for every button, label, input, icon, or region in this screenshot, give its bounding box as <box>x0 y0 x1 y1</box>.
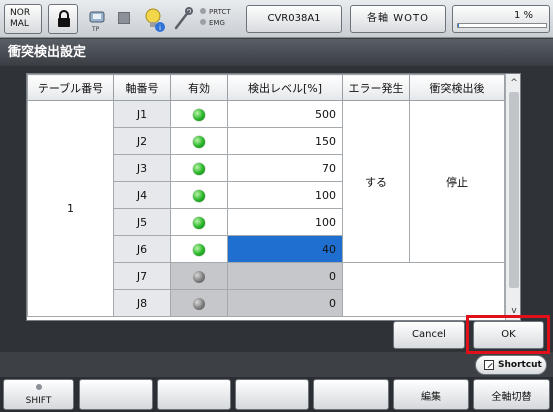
header-enabled: 有効 <box>170 74 228 101</box>
tp-label: TP <box>92 26 100 33</box>
cell-empty <box>342 262 505 317</box>
protect-led-icon <box>200 8 206 14</box>
header-detection-level: 検出レベル[%] <box>227 74 343 101</box>
table-scrollbar[interactable]: ^ v <box>505 74 520 320</box>
jog-mode-button[interactable]: 各軸 WOTO <box>350 5 446 33</box>
disabled-led-icon <box>193 297 205 310</box>
cell-detection-level: 0 <box>227 262 343 290</box>
cell-axis: J6 <box>113 235 171 263</box>
fkey-shift[interactable]: SHIFT <box>3 379 74 410</box>
table-header-row: テーブル番号 軸番号 有効 検出レベル[%] エラー発生 衝突検出後 <box>27 74 505 101</box>
emg-led-icon <box>200 19 206 25</box>
cell-after-detection[interactable]: 停止 <box>409 100 505 263</box>
shortcut-button[interactable]: Shortcut <box>475 355 547 375</box>
table-row: 1 J1 500 する 停止 <box>27 100 505 317</box>
speed-value: 1 % <box>513 10 533 21</box>
cell-axis: J5 <box>113 208 171 236</box>
cell-table-number: 1 <box>27 100 114 317</box>
scroll-thumb[interactable] <box>509 92 519 288</box>
cell-detection-level[interactable]: 70 <box>227 154 343 182</box>
header-axis: 軸番号 <box>113 74 171 101</box>
ok-button[interactable]: OK <box>473 321 544 349</box>
program-name-button[interactable]: CVR038A1 <box>246 5 342 33</box>
fkey-4[interactable] <box>235 379 309 410</box>
cell-detection-level[interactable]: 150 <box>227 127 343 155</box>
cell-detection-level[interactable]: 100 <box>227 181 343 209</box>
enabled-led-icon <box>193 189 205 202</box>
fkey-edit[interactable]: 編集 <box>393 379 469 410</box>
screen: NOR MAL TP i PRTCT EMG CVR038A1 各軸 WOTO … <box>0 0 553 412</box>
fkey-label-shift: SHIFT <box>25 396 52 406</box>
mode-label-line2: MAL <box>10 19 29 29</box>
speed-bar <box>457 23 547 28</box>
status-bar: NOR MAL TP i PRTCT EMG CVR038A1 各軸 WOTO … <box>0 0 553 38</box>
mode-label-line1: NOR <box>10 8 31 18</box>
emg-label: EMG <box>209 19 225 27</box>
enabled-led-icon <box>193 162 205 175</box>
enabled-led-icon <box>193 216 205 229</box>
fkey-3[interactable] <box>157 379 231 410</box>
cell-enabled[interactable] <box>170 181 228 209</box>
cell-detection-level: 0 <box>227 289 343 317</box>
page-title: 衝突検出設定 <box>0 39 553 66</box>
header-table-number: テーブル番号 <box>27 74 114 101</box>
fkey-all-axis-switch[interactable]: 全軸切替 <box>473 379 550 410</box>
teach-pendant-icon: TP <box>86 8 110 34</box>
fkey-label-all-axis: 全軸切替 <box>491 392 532 403</box>
cell-enabled <box>170 289 228 317</box>
cell-detection-level[interactable]: 500 <box>227 100 343 128</box>
cell-axis: J4 <box>113 181 171 209</box>
cell-enabled <box>170 262 228 290</box>
header-after-detection: 衝突検出後 <box>409 74 505 101</box>
operation-mode-button[interactable]: NOR MAL <box>4 4 42 34</box>
protect-emg-indicators: PRTCT EMG <box>200 7 231 29</box>
status-square-icon <box>118 12 130 24</box>
cell-enabled[interactable] <box>170 154 228 182</box>
cell-axis: J8 <box>113 289 171 317</box>
cell-axis: J2 <box>113 127 171 155</box>
cell-error-occurrence[interactable]: する <box>342 100 410 263</box>
enabled-led-icon <box>193 243 205 256</box>
shortcut-icon <box>484 360 494 370</box>
lock-button[interactable] <box>48 4 78 34</box>
collision-table-container: テーブル番号 軸番号 有効 検出レベル[%] エラー発生 衝突検出後 1 J1 50… <box>26 73 521 321</box>
cell-detection-level[interactable]: 40 <box>227 235 343 263</box>
cell-axis: J7 <box>113 262 171 290</box>
speed-bar-fill <box>458 24 459 27</box>
fkey-5[interactable] <box>313 379 389 410</box>
cancel-button[interactable]: Cancel <box>393 321 465 349</box>
cell-axis: J1 <box>113 100 171 128</box>
fkey-2[interactable] <box>79 379 153 410</box>
collision-detection-table: テーブル番号 軸番号 有効 検出レベル[%] エラー発生 衝突検出後 1 J1 50… <box>27 74 505 317</box>
cell-enabled[interactable] <box>170 208 228 236</box>
content-panel: テーブル番号 軸番号 有効 検出レベル[%] エラー発生 衝突検出後 1 J1 50… <box>0 66 553 352</box>
enabled-led-icon <box>193 135 205 148</box>
cell-enabled[interactable] <box>170 100 228 128</box>
cell-detection-level[interactable]: 100 <box>227 208 343 236</box>
header-error-occurrence: エラー発生 <box>342 74 410 101</box>
speed-override[interactable]: 1 % <box>452 5 550 33</box>
cell-enabled[interactable] <box>170 127 228 155</box>
fkey-label-edit: 編集 <box>421 392 441 403</box>
cell-axis: J3 <box>113 154 171 182</box>
protect-label: PRTCT <box>209 8 231 16</box>
disabled-led-icon <box>193 270 205 283</box>
lock-icon <box>58 10 70 27</box>
light-bulb-icon: i <box>144 6 166 34</box>
enabled-led-icon <box>193 108 205 121</box>
scroll-up-icon[interactable]: ^ <box>506 76 520 90</box>
shortcut-label: Shortcut <box>498 360 542 370</box>
function-key-bar: SHIFT 編集 全軸切替 <box>0 377 553 412</box>
cell-enabled[interactable] <box>170 235 228 263</box>
wrench-icon <box>172 6 194 32</box>
shift-led-icon <box>35 384 42 390</box>
